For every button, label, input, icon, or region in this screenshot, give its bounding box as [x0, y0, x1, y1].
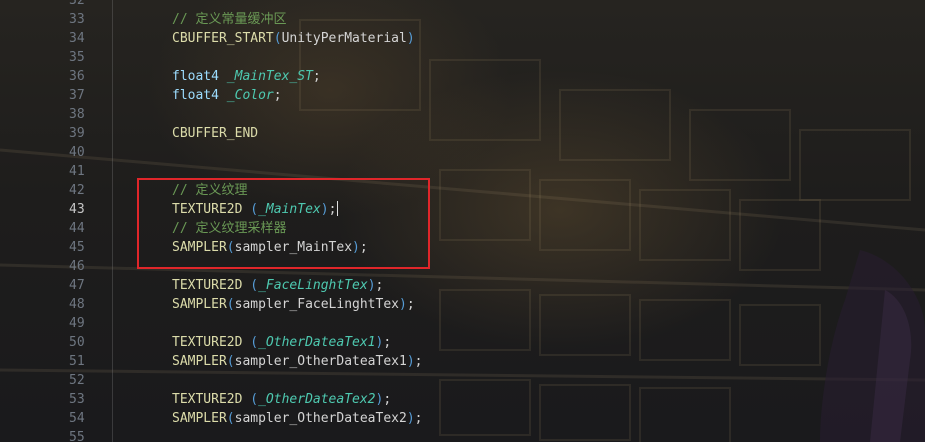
- code-token: sampler_OtherDateaTex1: [234, 354, 407, 369]
- code-token: sampler_FaceLinghtTex: [234, 297, 399, 312]
- code-token: _FaceLinghtTex: [258, 278, 368, 293]
- code-line[interactable]: 32: [0, 0, 925, 10]
- code-line[interactable]: 47 TEXTURE2D (_FaceLinghtTex);: [0, 276, 925, 295]
- line-number: 32: [69, 0, 85, 8]
- code-token: (: [250, 278, 259, 293]
- code-line[interactable]: 39 CBUFFER_END: [0, 124, 925, 143]
- code-token: _OtherDateaTex1: [258, 335, 376, 350]
- code-token: ;: [375, 278, 384, 293]
- code-line[interactable]: 49: [0, 314, 925, 333]
- line-number: 51: [69, 354, 85, 369]
- code-line[interactable]: 35: [0, 48, 925, 67]
- code-token: ): [406, 411, 415, 426]
- line-number: 44: [69, 221, 85, 236]
- code-token: UnityPerMaterial: [281, 31, 407, 46]
- code-token: float4: [172, 88, 219, 103]
- code-line[interactable]: 52: [0, 371, 925, 390]
- code-text[interactable]: TEXTURE2D (_OtherDateaTex2);: [172, 390, 391, 409]
- code-token: CBUFFER_START: [172, 31, 274, 46]
- code-token: (: [250, 392, 259, 407]
- code-token: ): [406, 354, 415, 369]
- code-text[interactable]: float4 _Color;: [172, 86, 282, 105]
- code-text[interactable]: SAMPLER(sampler_OtherDateaTex1);: [172, 352, 422, 371]
- code-token: // 定义常量缓冲区: [172, 12, 287, 27]
- line-number: 46: [69, 259, 85, 274]
- code-token: (: [226, 297, 235, 312]
- code-text[interactable]: TEXTURE2D (_FaceLinghtTex);: [172, 276, 383, 295]
- code-token: SAMPLER: [172, 411, 227, 426]
- code-line[interactable]: 53 TEXTURE2D (_OtherDateaTex2);: [0, 390, 925, 409]
- code-token: TEXTURE2D: [172, 335, 243, 350]
- line-number: 49: [69, 316, 85, 331]
- line-number: 34: [69, 31, 85, 46]
- code-token: ;: [312, 69, 321, 84]
- code-token: sampler_OtherDateaTex2: [234, 411, 407, 426]
- code-line[interactable]: 55: [0, 428, 925, 442]
- line-number: 36: [69, 69, 85, 84]
- code-token: _Color: [226, 88, 274, 103]
- line-number: 48: [69, 297, 85, 312]
- code-line[interactable]: 50 TEXTURE2D (_OtherDateaTex1);: [0, 333, 925, 352]
- line-number: 54: [69, 411, 85, 426]
- line-number: 40: [69, 145, 85, 160]
- code-token: TEXTURE2D: [172, 392, 243, 407]
- code-token: SAMPLER: [172, 354, 227, 369]
- line-number: 43: [69, 202, 85, 217]
- code-editor[interactable]: 32 33// 定义常量缓冲区 34 CBUFFER_START(UnityPerMa…: [0, 0, 925, 442]
- code-text[interactable]: CBUFFER_END: [172, 124, 258, 143]
- code-token: ;: [273, 88, 282, 103]
- code-token: _OtherDateaTex2: [258, 392, 376, 407]
- code-token: ;: [414, 411, 423, 426]
- code-line[interactable]: 51 SAMPLER(sampler_OtherDateaTex1);: [0, 352, 925, 371]
- code-text[interactable]: // 定义常量缓冲区: [172, 10, 286, 29]
- line-number: 47: [69, 278, 85, 293]
- code-token: ;: [414, 354, 423, 369]
- line-number: 42: [69, 183, 85, 198]
- code-line[interactable]: 36 float4 _MainTex_ST;: [0, 67, 925, 86]
- line-number: 52: [69, 373, 85, 388]
- code-token: CBUFFER_END: [172, 126, 259, 141]
- code-token: ;: [383, 335, 392, 350]
- code-token: ;: [383, 392, 392, 407]
- line-number: 55: [69, 430, 85, 442]
- line-number: 37: [69, 88, 85, 103]
- code-line[interactable]: 40: [0, 143, 925, 162]
- code-line[interactable]: 48 SAMPLER(sampler_FaceLinghtTex);: [0, 295, 925, 314]
- code-token: SAMPLER: [172, 297, 227, 312]
- code-token: float4: [172, 69, 219, 84]
- code-token: ): [399, 297, 407, 312]
- code-line[interactable]: 37 float4 _Color;: [0, 86, 925, 105]
- code-line[interactable]: 38: [0, 105, 925, 124]
- code-token: ): [367, 278, 376, 293]
- code-line[interactable]: 33 // 定义常量缓冲区: [0, 10, 925, 29]
- line-number: 45: [69, 240, 85, 255]
- code-token: _MainTex_ST: [226, 69, 313, 84]
- code-token: TEXTURE2D: [172, 278, 243, 293]
- line-number: 41: [69, 164, 85, 179]
- code-token: ): [406, 31, 415, 46]
- line-number: 38: [69, 107, 85, 122]
- line-number: 50: [69, 335, 85, 350]
- code-token: (: [226, 354, 235, 369]
- code-text[interactable]: SAMPLER(sampler_OtherDateaTex2);: [172, 409, 422, 428]
- line-number: 33: [69, 12, 85, 27]
- code-text[interactable]: TEXTURE2D (_OtherDateaTex1);: [172, 333, 391, 352]
- line-number: 53: [69, 392, 85, 407]
- code-line[interactable]: 34 CBUFFER_START(UnityPerMaterial): [0, 29, 925, 48]
- code-token: (: [273, 31, 282, 46]
- code-text[interactable]: float4 _MainTex_ST;: [172, 67, 321, 86]
- annotation-box: [137, 178, 430, 269]
- code-token: ;: [406, 297, 415, 312]
- code-text[interactable]: SAMPLER(sampler_FaceLinghtTex);: [172, 295, 415, 314]
- code-token: (: [226, 411, 235, 426]
- code-token: (: [250, 335, 259, 350]
- line-number: 39: [69, 126, 85, 141]
- line-number: 35: [69, 50, 85, 65]
- code-text[interactable]: CBUFFER_START(UnityPerMaterial): [172, 29, 415, 48]
- code-line[interactable]: 54 SAMPLER(sampler_OtherDateaTex2);: [0, 409, 925, 428]
